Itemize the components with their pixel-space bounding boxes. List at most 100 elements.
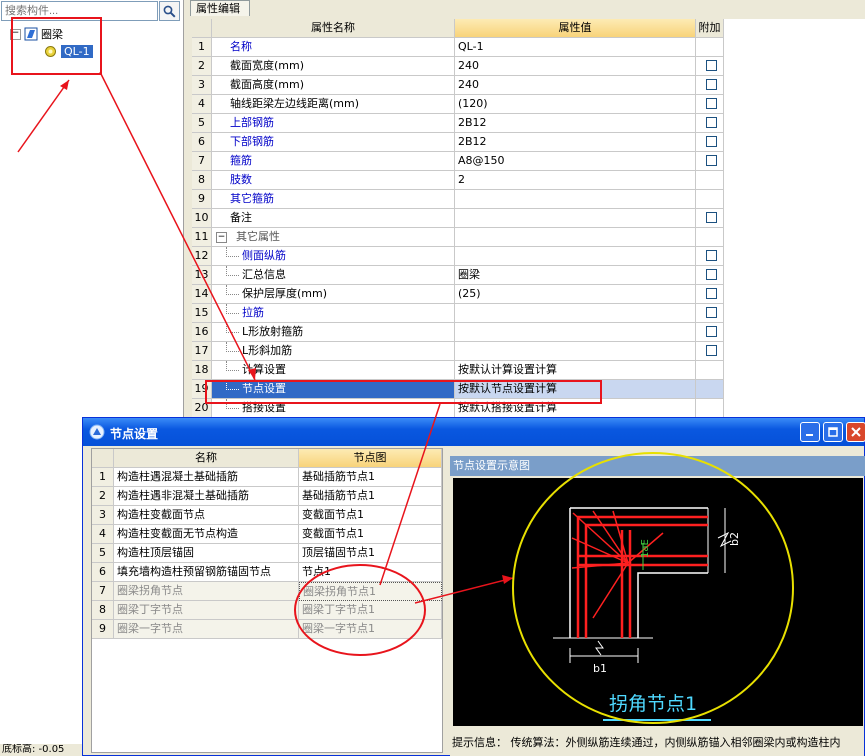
property-row[interactable]: 1 名称 QL-1 bbox=[192, 38, 865, 57]
property-value[interactable]: 按默认节点设置计算 bbox=[455, 380, 696, 399]
property-value[interactable]: 圈梁 bbox=[455, 266, 696, 285]
property-row[interactable]: 12 侧面纵筋 bbox=[192, 247, 865, 266]
node-diagram-value[interactable]: 顶层锚固节点1 bbox=[299, 544, 442, 563]
property-row[interactable]: 5 上部钢筋 2B12 bbox=[192, 114, 865, 133]
node-diagram-value[interactable]: 基础插筋节点1 bbox=[299, 468, 442, 487]
property-value[interactable] bbox=[455, 342, 696, 361]
property-value[interactable]: 240 bbox=[455, 76, 696, 95]
property-name[interactable]: 拉筋 bbox=[212, 304, 455, 323]
property-name[interactable]: 轴线距梁左边线距离(mm) bbox=[212, 95, 455, 114]
property-value[interactable]: 2B12 bbox=[455, 133, 696, 152]
property-name[interactable]: − 其它属性 bbox=[212, 228, 455, 247]
property-value[interactable] bbox=[455, 228, 696, 247]
extra-checkbox[interactable] bbox=[706, 269, 717, 280]
tree-node-ring-beam[interactable]: − 圈梁 bbox=[10, 26, 63, 42]
property-row[interactable]: 10 备注 bbox=[192, 209, 865, 228]
property-name[interactable]: 肢数 bbox=[212, 171, 455, 190]
property-name[interactable]: L形放射箍筋 bbox=[212, 323, 455, 342]
property-name[interactable]: 上部钢筋 bbox=[212, 114, 455, 133]
node-row[interactable]: 7 圈梁拐角节点 圈梁拐角节点1 bbox=[92, 582, 442, 601]
extra-checkbox[interactable] bbox=[706, 136, 717, 147]
property-row[interactable]: 14 保护层厚度(mm) (25) bbox=[192, 285, 865, 304]
property-value[interactable]: 2B12 bbox=[455, 114, 696, 133]
property-row[interactable]: 6 下部钢筋 2B12 bbox=[192, 133, 865, 152]
property-name[interactable]: 其它箍筋 bbox=[212, 190, 455, 209]
extra-checkbox[interactable] bbox=[706, 288, 717, 299]
node-row[interactable]: 4 构造柱变截面无节点构造 变截面节点1 bbox=[92, 525, 442, 544]
node-name[interactable]: 圈梁一字节点 bbox=[114, 620, 299, 639]
extra-checkbox[interactable] bbox=[706, 345, 717, 356]
tab-property-edit[interactable]: 属性编辑 bbox=[190, 0, 250, 16]
property-value[interactable] bbox=[455, 190, 696, 209]
property-name[interactable]: 搭接设置 bbox=[212, 399, 455, 418]
extra-checkbox[interactable] bbox=[706, 307, 717, 318]
node-name[interactable]: 构造柱遇混凝土基础插筋 bbox=[114, 468, 299, 487]
property-row[interactable]: 17 L形斜加筋 bbox=[192, 342, 865, 361]
node-row[interactable]: 2 构造柱遇非混凝土基础插筋 基础插筋节点1 bbox=[92, 487, 442, 506]
property-name[interactable]: 截面宽度(mm) bbox=[212, 57, 455, 76]
node-name[interactable]: 填充墙构造柱预留钢筋锚固节点 bbox=[114, 563, 299, 582]
property-row[interactable]: 20 搭接设置 按默认搭接设置计算 bbox=[192, 399, 865, 418]
extra-checkbox[interactable] bbox=[706, 250, 717, 261]
node-diagram-value[interactable]: 节点1 bbox=[299, 563, 442, 582]
property-row[interactable]: 4 轴线距梁左边线距离(mm) (120) bbox=[192, 95, 865, 114]
tree-node-ql1[interactable]: QL-1 bbox=[44, 43, 93, 59]
property-value[interactable]: (25) bbox=[455, 285, 696, 304]
property-value[interactable]: A8@150 bbox=[455, 152, 696, 171]
property-name[interactable]: 节点设置 bbox=[212, 380, 455, 399]
extra-checkbox[interactable] bbox=[706, 212, 717, 223]
property-name[interactable]: 箍筋 bbox=[212, 152, 455, 171]
node-row[interactable]: 5 构造柱顶层锚固 顶层锚固节点1 bbox=[92, 544, 442, 563]
node-diagram-value[interactable]: 变截面节点1 bbox=[299, 506, 442, 525]
property-name[interactable]: 名称 bbox=[212, 38, 455, 57]
property-row[interactable]: 18 计算设置 按默认计算设置计算 bbox=[192, 361, 865, 380]
node-diagram-value[interactable]: 基础插筋节点1 bbox=[299, 487, 442, 506]
property-value[interactable] bbox=[455, 247, 696, 266]
property-name[interactable]: L形斜加筋 bbox=[212, 342, 455, 361]
property-name[interactable]: 计算设置 bbox=[212, 361, 455, 380]
dialog-title-bar[interactable]: 节点设置 bbox=[83, 418, 865, 446]
collapse-icon[interactable]: − bbox=[10, 28, 21, 40]
collapse-icon[interactable]: − bbox=[216, 232, 227, 243]
property-row[interactable]: 9 其它箍筋 bbox=[192, 190, 865, 209]
node-name[interactable]: 构造柱顶层锚固 bbox=[114, 544, 299, 563]
property-row[interactable]: 8 肢数 2 bbox=[192, 171, 865, 190]
property-row[interactable]: 3 截面高度(mm) 240 bbox=[192, 76, 865, 95]
property-name[interactable]: 备注 bbox=[212, 209, 455, 228]
extra-checkbox[interactable] bbox=[706, 326, 717, 337]
minimize-button[interactable] bbox=[800, 422, 820, 442]
property-value[interactable] bbox=[455, 323, 696, 342]
property-name[interactable]: 保护层厚度(mm) bbox=[212, 285, 455, 304]
node-row[interactable]: 9 圈梁一字节点 圈梁一字节点1 bbox=[92, 620, 442, 639]
property-row[interactable]: 16 L形放射箍筋 bbox=[192, 323, 865, 342]
property-value[interactable]: QL-1 bbox=[455, 38, 696, 57]
property-value[interactable]: 按默认搭接设置计算 bbox=[455, 399, 696, 418]
property-row[interactable]: 13 汇总信息 圈梁 bbox=[192, 266, 865, 285]
property-value[interactable] bbox=[455, 209, 696, 228]
property-row[interactable]: 19 节点设置 按默认节点设置计算 bbox=[192, 380, 865, 399]
property-row[interactable]: 2 截面宽度(mm) 240 bbox=[192, 57, 865, 76]
maximize-button[interactable] bbox=[823, 422, 843, 442]
node-name[interactable]: 构造柱变截面节点 bbox=[114, 506, 299, 525]
node-diagram-value[interactable]: 圈梁拐角节点1 bbox=[299, 582, 442, 601]
property-row[interactable]: 11− 其它属性 bbox=[192, 228, 865, 247]
node-diagram-value[interactable]: 圈梁丁字节点1 bbox=[299, 601, 442, 620]
extra-checkbox[interactable] bbox=[706, 79, 717, 90]
property-name[interactable]: 截面高度(mm) bbox=[212, 76, 455, 95]
search-button[interactable] bbox=[159, 1, 180, 21]
node-name[interactable]: 圈梁拐角节点 bbox=[114, 582, 299, 601]
close-button[interactable] bbox=[846, 422, 865, 442]
node-diagram-value[interactable]: 圈梁一字节点1 bbox=[299, 620, 442, 639]
property-value[interactable]: 按默认计算设置计算 bbox=[455, 361, 696, 380]
node-name[interactable]: 圈梁丁字节点 bbox=[114, 601, 299, 620]
node-row[interactable]: 1 构造柱遇混凝土基础插筋 基础插筋节点1 bbox=[92, 468, 442, 487]
extra-checkbox[interactable] bbox=[706, 117, 717, 128]
property-value[interactable]: 240 bbox=[455, 57, 696, 76]
node-name[interactable]: 构造柱遇非混凝土基础插筋 bbox=[114, 487, 299, 506]
node-row[interactable]: 3 构造柱变截面节点 变截面节点1 bbox=[92, 506, 442, 525]
property-value[interactable] bbox=[455, 304, 696, 323]
node-row[interactable]: 6 填充墙构造柱预留钢筋锚固节点 节点1 bbox=[92, 563, 442, 582]
extra-checkbox[interactable] bbox=[706, 155, 717, 166]
property-value[interactable]: (120) bbox=[455, 95, 696, 114]
property-name[interactable]: 下部钢筋 bbox=[212, 133, 455, 152]
